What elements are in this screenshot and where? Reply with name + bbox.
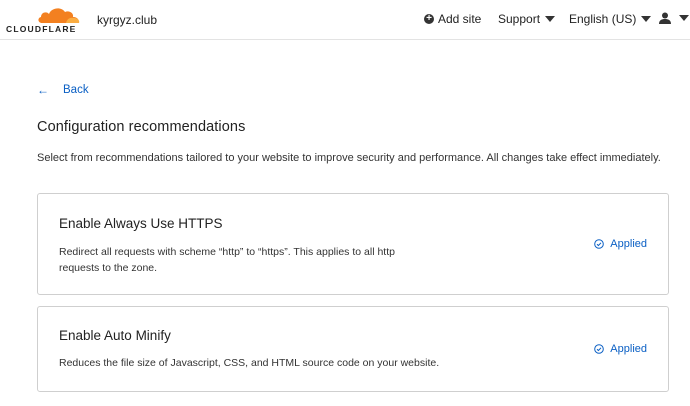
support-label: Support: [498, 12, 541, 26]
language-label: English (US): [569, 12, 637, 26]
cloud-icon: [38, 8, 80, 23]
applied-status: Applied: [594, 238, 647, 250]
check-circle-icon: [594, 239, 605, 249]
page-description: Select from recommendations tailored to …: [37, 152, 661, 164]
chevron-down-icon: [679, 15, 689, 21]
applied-status: Applied: [594, 343, 647, 355]
cloudflare-logo[interactable]: CLOUDFLARE: [6, 6, 84, 36]
arrow-left-icon: ←: [37, 83, 49, 97]
chevron-down-icon: [545, 16, 556, 22]
back-link[interactable]: ← Back: [37, 83, 89, 97]
recommendation-title: Enable Always Use HTTPS: [59, 216, 223, 231]
support-dropdown[interactable]: Support: [498, 12, 556, 26]
recommendation-card: Enable Auto Minify Reduces the file size…: [37, 306, 669, 392]
recommendation-title: Enable Auto Minify: [59, 328, 171, 343]
recommendation-description: Redirect all requests with scheme “http”…: [59, 246, 395, 274]
chevron-down-icon: [641, 16, 652, 22]
add-site-label: Add site: [438, 12, 482, 26]
user-icon: [659, 12, 671, 24]
status-label: Applied: [610, 343, 647, 355]
logo-wordmark: CLOUDFLARE: [6, 24, 77, 34]
plus-circle-icon: +: [424, 14, 434, 24]
page-title: Configuration recommendations: [37, 119, 246, 135]
recommendation-card: Enable Always Use HTTPS Redirect all req…: [37, 193, 669, 295]
add-site-button[interactable]: + Add site: [424, 12, 481, 26]
back-label: Back: [63, 84, 89, 96]
check-circle-icon: [594, 344, 605, 354]
language-dropdown[interactable]: English (US): [569, 12, 652, 26]
top-navigation-bar: CLOUDFLARE kyrgyz.club + Add site Suppor…: [0, 0, 690, 40]
recommendation-description: Reduces the file size of Javascript, CSS…: [59, 357, 440, 369]
current-site-name[interactable]: kyrgyz.club: [97, 13, 157, 27]
status-label: Applied: [610, 238, 647, 250]
user-menu-dropdown[interactable]: [659, 12, 689, 24]
